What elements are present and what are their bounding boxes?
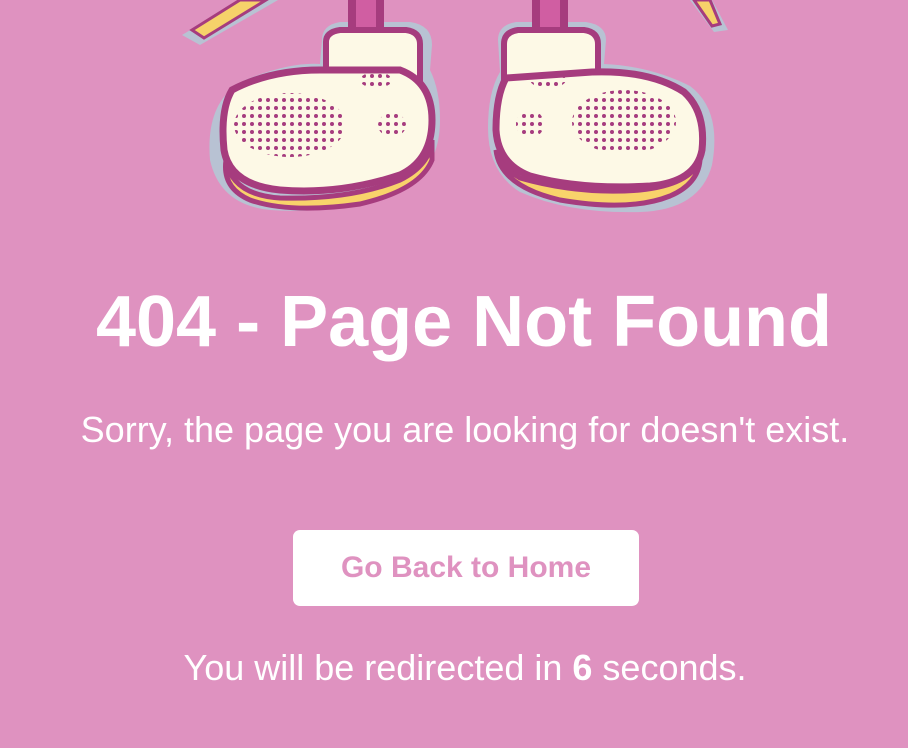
redirect-notice: You will be redirected in 6 seconds. bbox=[0, 644, 908, 692]
redirect-suffix: seconds. bbox=[592, 647, 747, 688]
left-flame bbox=[182, 0, 278, 45]
go-back-home-button[interactable]: Go Back to Home bbox=[293, 530, 639, 606]
left-foot bbox=[209, 0, 440, 211]
right-foot bbox=[488, 0, 715, 213]
error-message: Sorry, the page you are looking for does… bbox=[80, 409, 850, 450]
right-flame bbox=[690, 0, 728, 32]
page-title: 404 - Page Not Found bbox=[95, 282, 833, 362]
redirect-prefix: You will be redirected in bbox=[183, 647, 573, 688]
redirect-countdown: 6 bbox=[572, 647, 593, 688]
cartoon-feet-icon bbox=[182, 0, 728, 213]
